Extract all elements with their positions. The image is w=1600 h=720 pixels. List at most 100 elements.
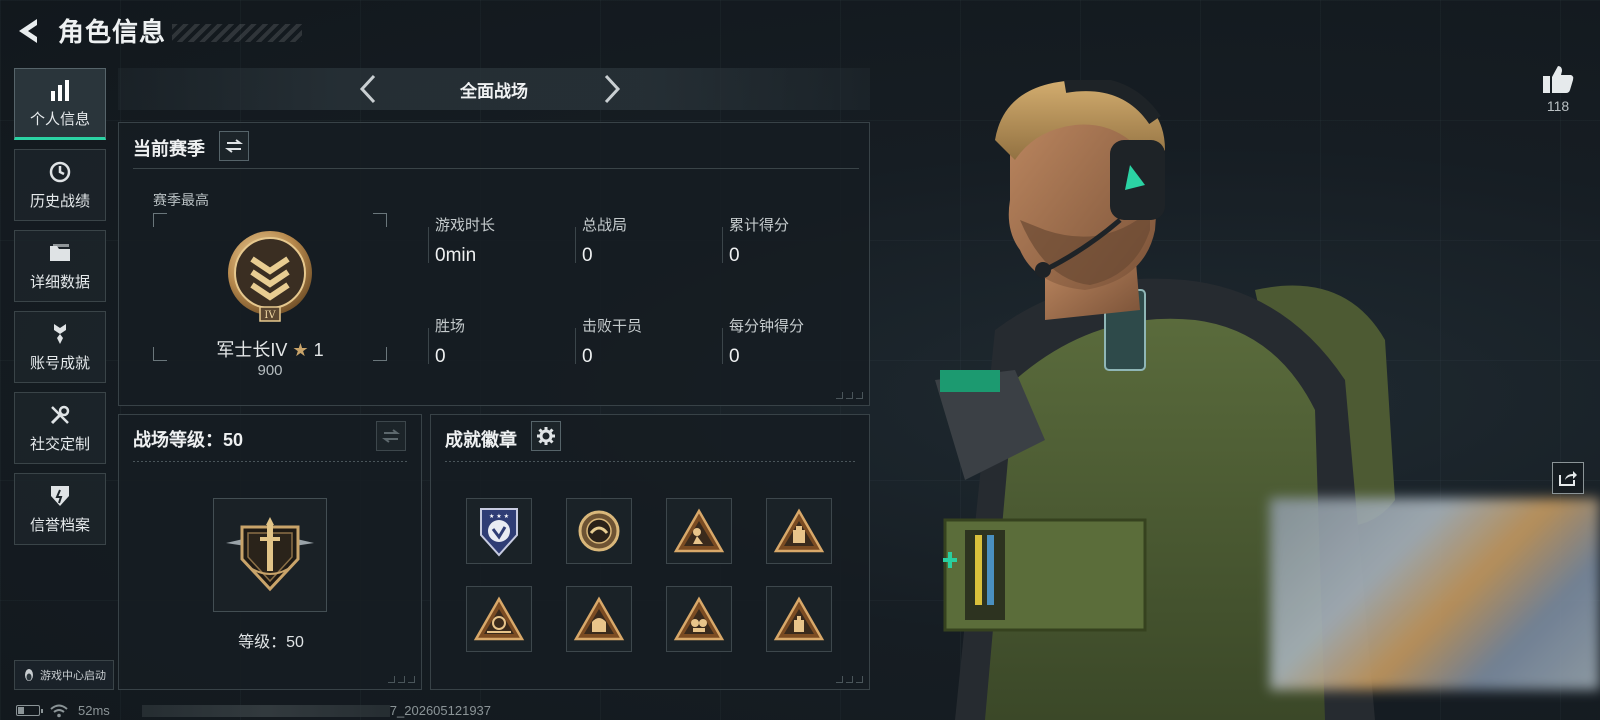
svg-text:★ ★ ★: ★ ★ ★ [489,513,509,520]
sidebar-item-label: 个人信息 [29,110,90,128]
badge-slot[interactable] [566,586,632,652]
like-button[interactable]: 118 [1540,64,1576,114]
mode-next-button[interactable] [598,74,626,104]
divider [133,168,859,169]
status-bar: 52ms 7_202605121937 [16,703,491,718]
page-header: 角色信息 [14,12,166,49]
stat-divider [722,227,723,263]
stat-value: 0min [435,245,477,266]
rank-name: 军士长IV [216,340,288,360]
like-count: 118 [1546,98,1570,114]
sidebar-item-achievements[interactable]: 账号成就 [14,311,106,383]
season-best-label: 赛季最高 [153,192,209,208]
rank-emblem-icon: IV [228,231,312,322]
mode-prev-button[interactable] [354,74,382,104]
sidebar-item-label: 详细数据 [29,273,90,291]
stat-divider [428,328,429,364]
season-switch-button[interactable] [219,131,249,161]
triangle-badge-icon [773,508,825,553]
penguin-icon [25,669,33,681]
corner-decoration [836,676,863,683]
build-info: 7_202605121937 [141,703,492,718]
round-badge-icon [578,510,620,552]
badge-slot[interactable] [466,586,532,652]
badges-title: 成就徽章 [445,430,517,450]
tools-icon [47,403,73,427]
stat-total-matches: 总战局 0 [582,214,627,267]
sidebar: 个人信息 历史战绩 详细数据 账号成就 社交定制 信誉档案 [14,68,106,554]
stat-divider [575,328,576,364]
divider [445,461,857,462]
corner-decoration [388,676,415,683]
stat-label: 每分钟得分 [729,318,805,335]
swap-icon [225,139,243,153]
badge-slot[interactable] [766,498,832,564]
divider [133,461,409,462]
rank-stars: 1 [313,340,324,360]
title-decoration [172,24,302,42]
build-suffix: 7_202605121937 [389,703,492,718]
stat-value: 0 [582,346,593,367]
chevron-left-icon [359,74,376,104]
badges-settings-button[interactable] [531,421,561,451]
level-emblem-icon [226,517,314,592]
sidebar-item-social-custom[interactable]: 社交定制 [14,392,106,464]
mode-selector: 全面战场 [118,68,870,110]
badge-grid: ★ ★ ★ [466,498,832,652]
sidebar-item-history[interactable]: 历史战绩 [14,149,106,221]
stat-value: 0 [729,346,740,367]
blurred-promo [1270,498,1600,690]
wifi-icon [50,704,68,717]
back-button[interactable] [14,16,44,46]
ping-value: 52ms [78,703,110,718]
shield-badge-icon: ★ ★ ★ [480,508,518,557]
season-title: 当前赛季 [133,139,205,159]
gear-icon [537,427,555,445]
sidebar-item-reputation[interactable]: 信誉档案 [14,473,106,545]
swap-icon [382,429,400,443]
badge-slot[interactable] [766,586,832,652]
stat-label: 游戏时长 [435,217,496,234]
triangle-badge-icon [673,508,725,553]
folder-icon [47,241,73,265]
shield-icon [47,484,73,508]
chevron-right-icon [604,74,621,104]
badge-slot[interactable] [666,498,732,564]
sidebar-item-label: 账号成就 [29,354,90,372]
badge-slot[interactable] [666,586,732,652]
stat-wins: 胜场 0 [435,315,465,368]
badge-slot[interactable] [566,498,632,564]
triangle-badge-icon [473,596,525,641]
stat-label: 累计得分 [729,217,790,234]
achievement-icon [47,322,73,346]
stat-value: 0 [729,245,740,266]
battle-level-switch-button[interactable] [376,421,406,451]
history-icon [47,160,73,184]
triangle-badge-icon [573,596,625,641]
triangle-badge-icon [773,596,825,641]
level-emblem-frame [213,498,327,612]
badge-slot[interactable]: ★ ★ ★ [466,498,532,564]
sidebar-item-detailed-data[interactable]: 详细数据 [14,230,106,302]
stat-divider [575,227,576,263]
game-center-launch-button[interactable]: 游戏中心启动 [14,660,114,690]
stat-value: 0 [435,346,446,367]
stat-value: 0 [582,245,593,266]
battle-level-title: 战场等级：50 [133,430,244,450]
rank-score: 900 [257,362,283,379]
stat-label: 击败干员 [582,318,643,335]
sidebar-item-personal-info[interactable]: 个人信息 [14,68,106,140]
rank-name-row: 军士长IV ★ 1 [153,336,387,362]
stat-label: 总战局 [582,217,628,234]
triangle-badge-icon [673,596,725,641]
svg-text:IV: IV [264,310,276,321]
share-icon [1559,471,1577,486]
stat-label: 胜场 [435,318,466,335]
bar-chart-icon [47,78,73,102]
share-button[interactable] [1552,462,1584,494]
mode-title: 全面战场 [460,81,528,101]
sidebar-item-label: 历史战绩 [29,192,90,210]
build-redacted [141,704,390,717]
back-arrow-icon [19,18,37,43]
stat-score-per-minute: 每分钟得分 0 [729,315,804,368]
